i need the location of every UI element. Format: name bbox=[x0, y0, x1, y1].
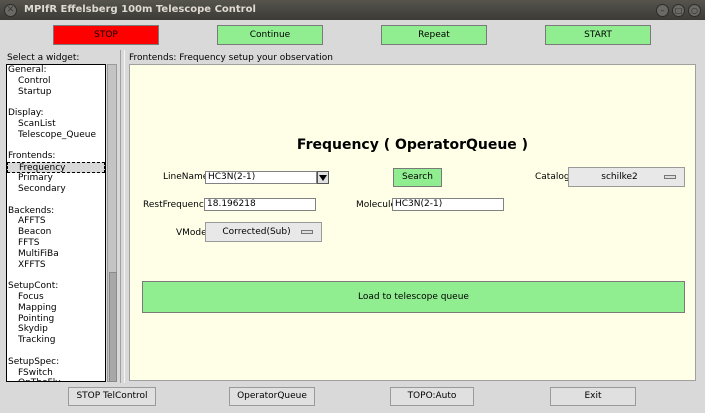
load-to-queue-button[interactable]: Load to telescope queue bbox=[142, 281, 685, 313]
list-group-header bbox=[7, 195, 105, 206]
list-item[interactable]: MultiFiBa bbox=[7, 249, 105, 260]
minimize-icon[interactable]: – bbox=[656, 4, 669, 17]
list-item[interactable]: ScanList bbox=[7, 119, 105, 130]
exit-button[interactable]: Exit bbox=[550, 387, 636, 406]
list-group-header: General: bbox=[8, 65, 47, 75]
vmode-menu[interactable]: Corrected(Sub) bbox=[205, 222, 322, 242]
list-group-header bbox=[7, 97, 105, 108]
list-group-header: SetupCont: bbox=[8, 281, 59, 292]
list-group-header bbox=[7, 270, 105, 281]
page-title: Frequency ( OperatorQueue ) bbox=[296, 137, 529, 153]
linename-label: LineName bbox=[163, 172, 209, 182]
list-item[interactable]: Tracking bbox=[7, 335, 105, 346]
catalog-value: schilke2 bbox=[601, 172, 638, 182]
list-item[interactable]: Focus bbox=[7, 292, 105, 303]
window-title: MPIfR Effelsberg 100m Telescope Control bbox=[24, 4, 256, 15]
list-group-header bbox=[7, 346, 105, 357]
linename-dropdown-arrow[interactable] bbox=[317, 171, 329, 184]
restore-icon[interactable]: ○ bbox=[688, 4, 701, 17]
list-group-header: Display: bbox=[8, 108, 44, 119]
menu-indicator-icon bbox=[301, 230, 313, 234]
search-button[interactable]: Search bbox=[393, 168, 442, 187]
list-item[interactable]: FSwitch bbox=[7, 368, 105, 379]
stop-button[interactable]: STOP bbox=[53, 25, 159, 45]
operatorqueue-button[interactable]: OperatorQueue bbox=[229, 387, 315, 406]
catalog-label: Catalog bbox=[535, 172, 570, 182]
list-group-header: SetupSpec: bbox=[8, 356, 60, 367]
widget-list[interactable]: General: Control Startup Display: ScanList T… bbox=[6, 64, 106, 382]
list-item[interactable]: FFTS bbox=[7, 238, 105, 249]
list-group-header: Backends: bbox=[8, 205, 55, 216]
list-item[interactable]: Startup bbox=[7, 87, 105, 98]
list-item[interactable]: Skydip bbox=[7, 324, 105, 335]
list-item[interactable]: OnTheFly bbox=[7, 378, 105, 381]
list-item[interactable]: Mapping bbox=[7, 303, 105, 314]
list-item[interactable]: Beacon bbox=[7, 227, 105, 238]
pane-divider[interactable] bbox=[120, 50, 125, 383]
start-button[interactable]: START bbox=[545, 25, 651, 45]
vmode-value: Corrected(Sub) bbox=[222, 227, 291, 237]
repeat-button[interactable]: Repeat bbox=[381, 25, 487, 45]
close-icon[interactable]: ✕ bbox=[4, 4, 17, 17]
maximize-icon[interactable]: □ bbox=[672, 4, 685, 17]
title-bar: ✕ MPIfR Effelsberg 100m Telescope Contro… bbox=[0, 0, 705, 20]
restfrequency-label: RestFrequency bbox=[143, 200, 210, 210]
list-item[interactable]: Secondary bbox=[7, 184, 105, 195]
stop-telcontrol-button[interactable]: STOP TelControl bbox=[68, 387, 156, 406]
continue-button[interactable]: Continue bbox=[217, 25, 323, 45]
scrollbar-thumb[interactable] bbox=[109, 272, 117, 382]
panel-header: Frontends: Frequency setup your observat… bbox=[129, 53, 334, 63]
catalog-menu[interactable]: schilke2 bbox=[568, 167, 685, 187]
list-group-header bbox=[7, 141, 105, 152]
widget-list-label: Select a widget: bbox=[7, 53, 80, 63]
chevron-down-icon bbox=[319, 175, 327, 181]
list-item[interactable]: Control bbox=[7, 76, 105, 87]
list-item[interactable]: Frequency bbox=[7, 162, 105, 174]
molecule-label: Molecule bbox=[356, 200, 396, 210]
menu-indicator-icon bbox=[664, 175, 676, 179]
list-item[interactable]: Telescope_Queue bbox=[7, 130, 105, 141]
restfrequency-field[interactable]: 18.196218 bbox=[204, 198, 316, 211]
vmode-label: VMode bbox=[176, 228, 207, 238]
list-item[interactable]: Primary bbox=[7, 173, 105, 184]
linename-field[interactable]: HC3N(2-1) bbox=[205, 171, 317, 184]
widget-list-scrollbar[interactable] bbox=[107, 64, 117, 382]
list-item[interactable]: XFFTS bbox=[7, 260, 105, 271]
list-item[interactable]: AFFTS bbox=[7, 216, 105, 227]
molecule-field[interactable]: HC3N(2-1) bbox=[392, 198, 504, 211]
topo-auto-button[interactable]: TOPO:Auto bbox=[390, 387, 474, 406]
list-item[interactable]: Pointing bbox=[7, 314, 105, 325]
list-group-header: Frontends: bbox=[8, 151, 56, 162]
